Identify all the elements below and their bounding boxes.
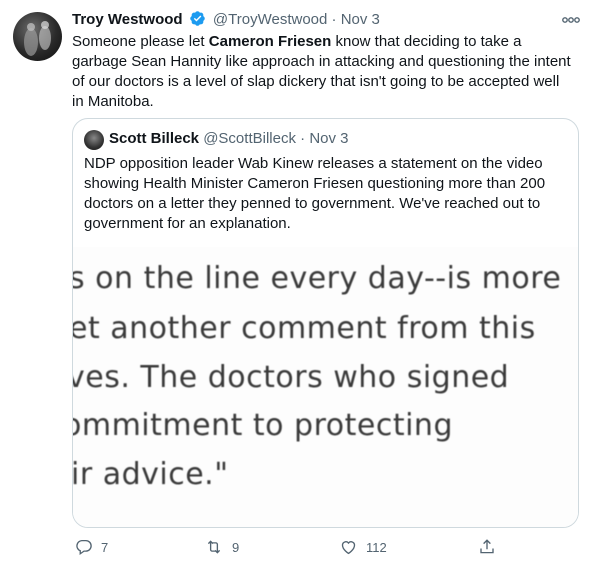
quoted-author-avatar[interactable] (84, 130, 104, 150)
tweet-actions: 7 9 112 (72, 538, 579, 560)
quoted-tweet-header: Scott Billeck @ScottBilleck · Nov 3 (109, 129, 349, 149)
author-handle[interactable]: @TroyWestwood (213, 11, 327, 28)
tweet-date[interactable]: Nov 3 (341, 11, 380, 28)
tweet-text: Someone please let Cameron Friesen know … (72, 32, 572, 112)
quoted-tweet[interactable]: Scott Billeck @ScottBilleck · Nov 3 NDP … (72, 118, 579, 528)
image-text-line: ves. The doctors who signed (73, 360, 510, 395)
image-text-line: ommitment to protecting (73, 408, 453, 443)
author-name[interactable]: Troy Westwood (72, 11, 183, 28)
reply-icon (76, 539, 92, 556)
heart-icon (341, 541, 356, 555)
image-text-line: ir advice." (73, 457, 229, 492)
quoted-tweet-text: NDP opposition leader Wab Kinew releases… (84, 155, 546, 232)
quoted-author-handle[interactable]: @ScottBilleck (203, 130, 296, 147)
quoted-tweet-image[interactable]: s on the line every day--is more et anot… (73, 247, 578, 527)
separator-dot: · (300, 130, 306, 147)
quoted-tweet-date[interactable]: Nov 3 (309, 130, 348, 147)
like-button[interactable]: 112 (339, 538, 387, 556)
share-button[interactable] (478, 538, 504, 556)
author-avatar[interactable] (13, 12, 62, 61)
separator-dot: · (331, 11, 337, 28)
tweet-header: Troy Westwood @TroyWestwood · Nov 3 (72, 10, 380, 33)
tweet-text-part: Someone please let (72, 33, 209, 50)
image-text-line: s on the line every day--is more (73, 261, 562, 296)
retweet-icon (207, 540, 221, 554)
mention-cameron-friesen[interactable]: Cameron Friesen (209, 33, 332, 50)
retweet-button[interactable]: 9 (204, 538, 239, 556)
reply-count: 7 (101, 539, 109, 555)
like-count: 112 (366, 539, 387, 555)
share-icon (480, 539, 494, 554)
retweet-count: 9 (232, 539, 240, 555)
quoted-author-name[interactable]: Scott Billeck (109, 130, 199, 147)
reply-button[interactable]: 7 (75, 538, 108, 556)
image-text-line: et another comment from this (73, 311, 536, 346)
verified-badge-icon (189, 10, 206, 33)
